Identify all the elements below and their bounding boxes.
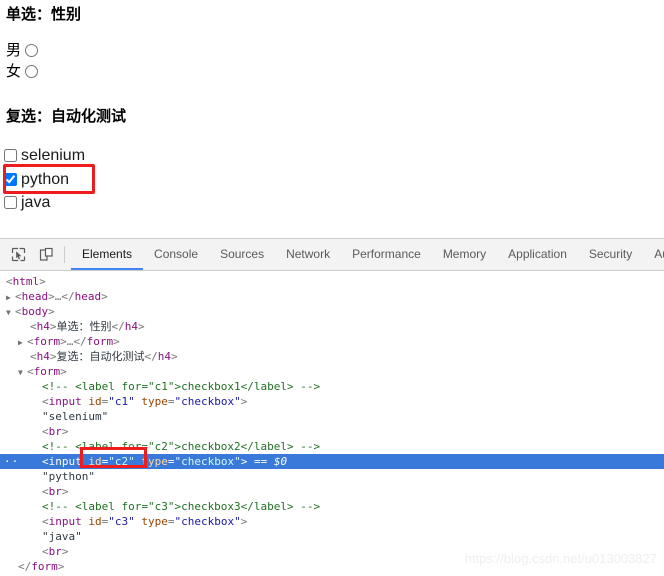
dom-text-java[interactable]: "java"	[0, 529, 664, 544]
dom-node-form-open[interactable]: ▼ <form>	[0, 364, 664, 379]
checkbox-input-selenium[interactable]	[4, 149, 17, 162]
expand-triangle-head[interactable]: ▶	[6, 290, 15, 305]
radio-option-male[interactable]: 男	[6, 42, 39, 60]
checkbox-option-python[interactable]: python	[4, 170, 69, 190]
checkbox-option-java[interactable]: java	[4, 193, 50, 213]
dom-node-input-c2-selected[interactable]: ·· <input id="c2" type="checkbox"> == $0	[0, 454, 664, 469]
rendered-web-page: 单选：性别 男 女 复选：自动化测试 selenium python java	[0, 0, 664, 238]
tab-memory[interactable]: Memory	[432, 239, 497, 270]
collapse-triangle-body[interactable]: ▼	[6, 305, 15, 320]
dom-text-selenium[interactable]: "selenium"	[0, 409, 664, 424]
radio-label-female: 女	[6, 63, 22, 80]
toolbar-divider	[64, 246, 65, 263]
dom-comment-c2[interactable]: <!-- <label for="c2">checkbox2</label> -…	[0, 439, 664, 454]
devtools-panel: Elements Console Sources Network Perform…	[0, 238, 664, 576]
dom-node-br-1[interactable]: <br>	[0, 424, 664, 439]
tab-console[interactable]: Console	[143, 239, 209, 270]
tab-network[interactable]: Network	[275, 239, 341, 270]
tab-performance[interactable]: Performance	[341, 239, 432, 270]
dom-node-form-collapsed[interactable]: ▶ <form>…</form>	[0, 334, 664, 349]
expand-triangle-form[interactable]: ▶	[18, 335, 27, 350]
selected-row-gutter-dots: ··	[4, 455, 20, 468]
dom-node-body[interactable]: ▼ <body>	[0, 304, 664, 319]
checkbox-label-java: java	[21, 194, 51, 211]
dom-comment-c3[interactable]: <!-- <label for="c3">checkbox3</label> -…	[0, 499, 664, 514]
tab-audits[interactable]: Audits	[643, 239, 664, 270]
selected-node-marker: == $0	[253, 455, 288, 468]
checkbox-label-python: python	[21, 171, 70, 188]
dom-node-h4-radio[interactable]: <h4>单选：性别</h4>	[0, 319, 664, 334]
dom-node-h4-checkbox[interactable]: <h4>复选：自动化测试</h4>	[0, 349, 664, 364]
radio-input-female[interactable]	[25, 65, 39, 78]
inspect-element-icon[interactable]	[4, 239, 32, 270]
checkbox-option-selenium[interactable]: selenium	[4, 146, 85, 166]
dom-node-html[interactable]: <html>	[0, 274, 664, 289]
tab-security[interactable]: Security	[578, 239, 643, 270]
radio-label-male: 男	[6, 42, 22, 59]
checkbox-input-python[interactable]	[4, 173, 17, 186]
checkbox-label-selenium: selenium	[21, 147, 86, 164]
radio-input-male[interactable]	[25, 44, 39, 57]
collapse-triangle-form2[interactable]: ▼	[18, 365, 27, 380]
tab-application[interactable]: Application	[497, 239, 578, 270]
dom-tree-view[interactable]: <html> ▶ <head>…</head> ▼ <body> <h4>单选：性别…	[0, 271, 664, 576]
dom-node-input-c1[interactable]: <input id="c1" type="checkbox">	[0, 394, 664, 409]
page-heading-checkbox: 复选：自动化测试	[6, 108, 127, 125]
inspect-element-glyph	[11, 247, 25, 262]
dom-comment-c1[interactable]: <!-- <label for="c1">checkbox1</label> -…	[0, 379, 664, 394]
watermark-text: https://blog.csdn.net/u013003827	[464, 551, 657, 566]
page-heading-radio: 单选：性别	[6, 6, 82, 23]
device-toolbar-glyph	[39, 247, 53, 261]
checkbox-input-java[interactable]	[4, 196, 17, 209]
devtools-toolbar: Elements Console Sources Network Perform…	[0, 239, 664, 271]
device-toolbar-icon[interactable]	[32, 239, 60, 270]
tab-sources[interactable]: Sources	[209, 239, 275, 270]
devtools-tab-bar: Elements Console Sources Network Perform…	[71, 239, 664, 270]
dom-node-br-2[interactable]: <br>	[0, 484, 664, 499]
dom-text-python[interactable]: "python"	[0, 469, 664, 484]
tab-elements[interactable]: Elements	[71, 239, 144, 270]
radio-option-female[interactable]: 女	[6, 63, 39, 81]
dom-node-head[interactable]: ▶ <head>…</head>	[0, 289, 664, 304]
dom-node-input-c3[interactable]: <input id="c3" type="checkbox">	[0, 514, 664, 529]
